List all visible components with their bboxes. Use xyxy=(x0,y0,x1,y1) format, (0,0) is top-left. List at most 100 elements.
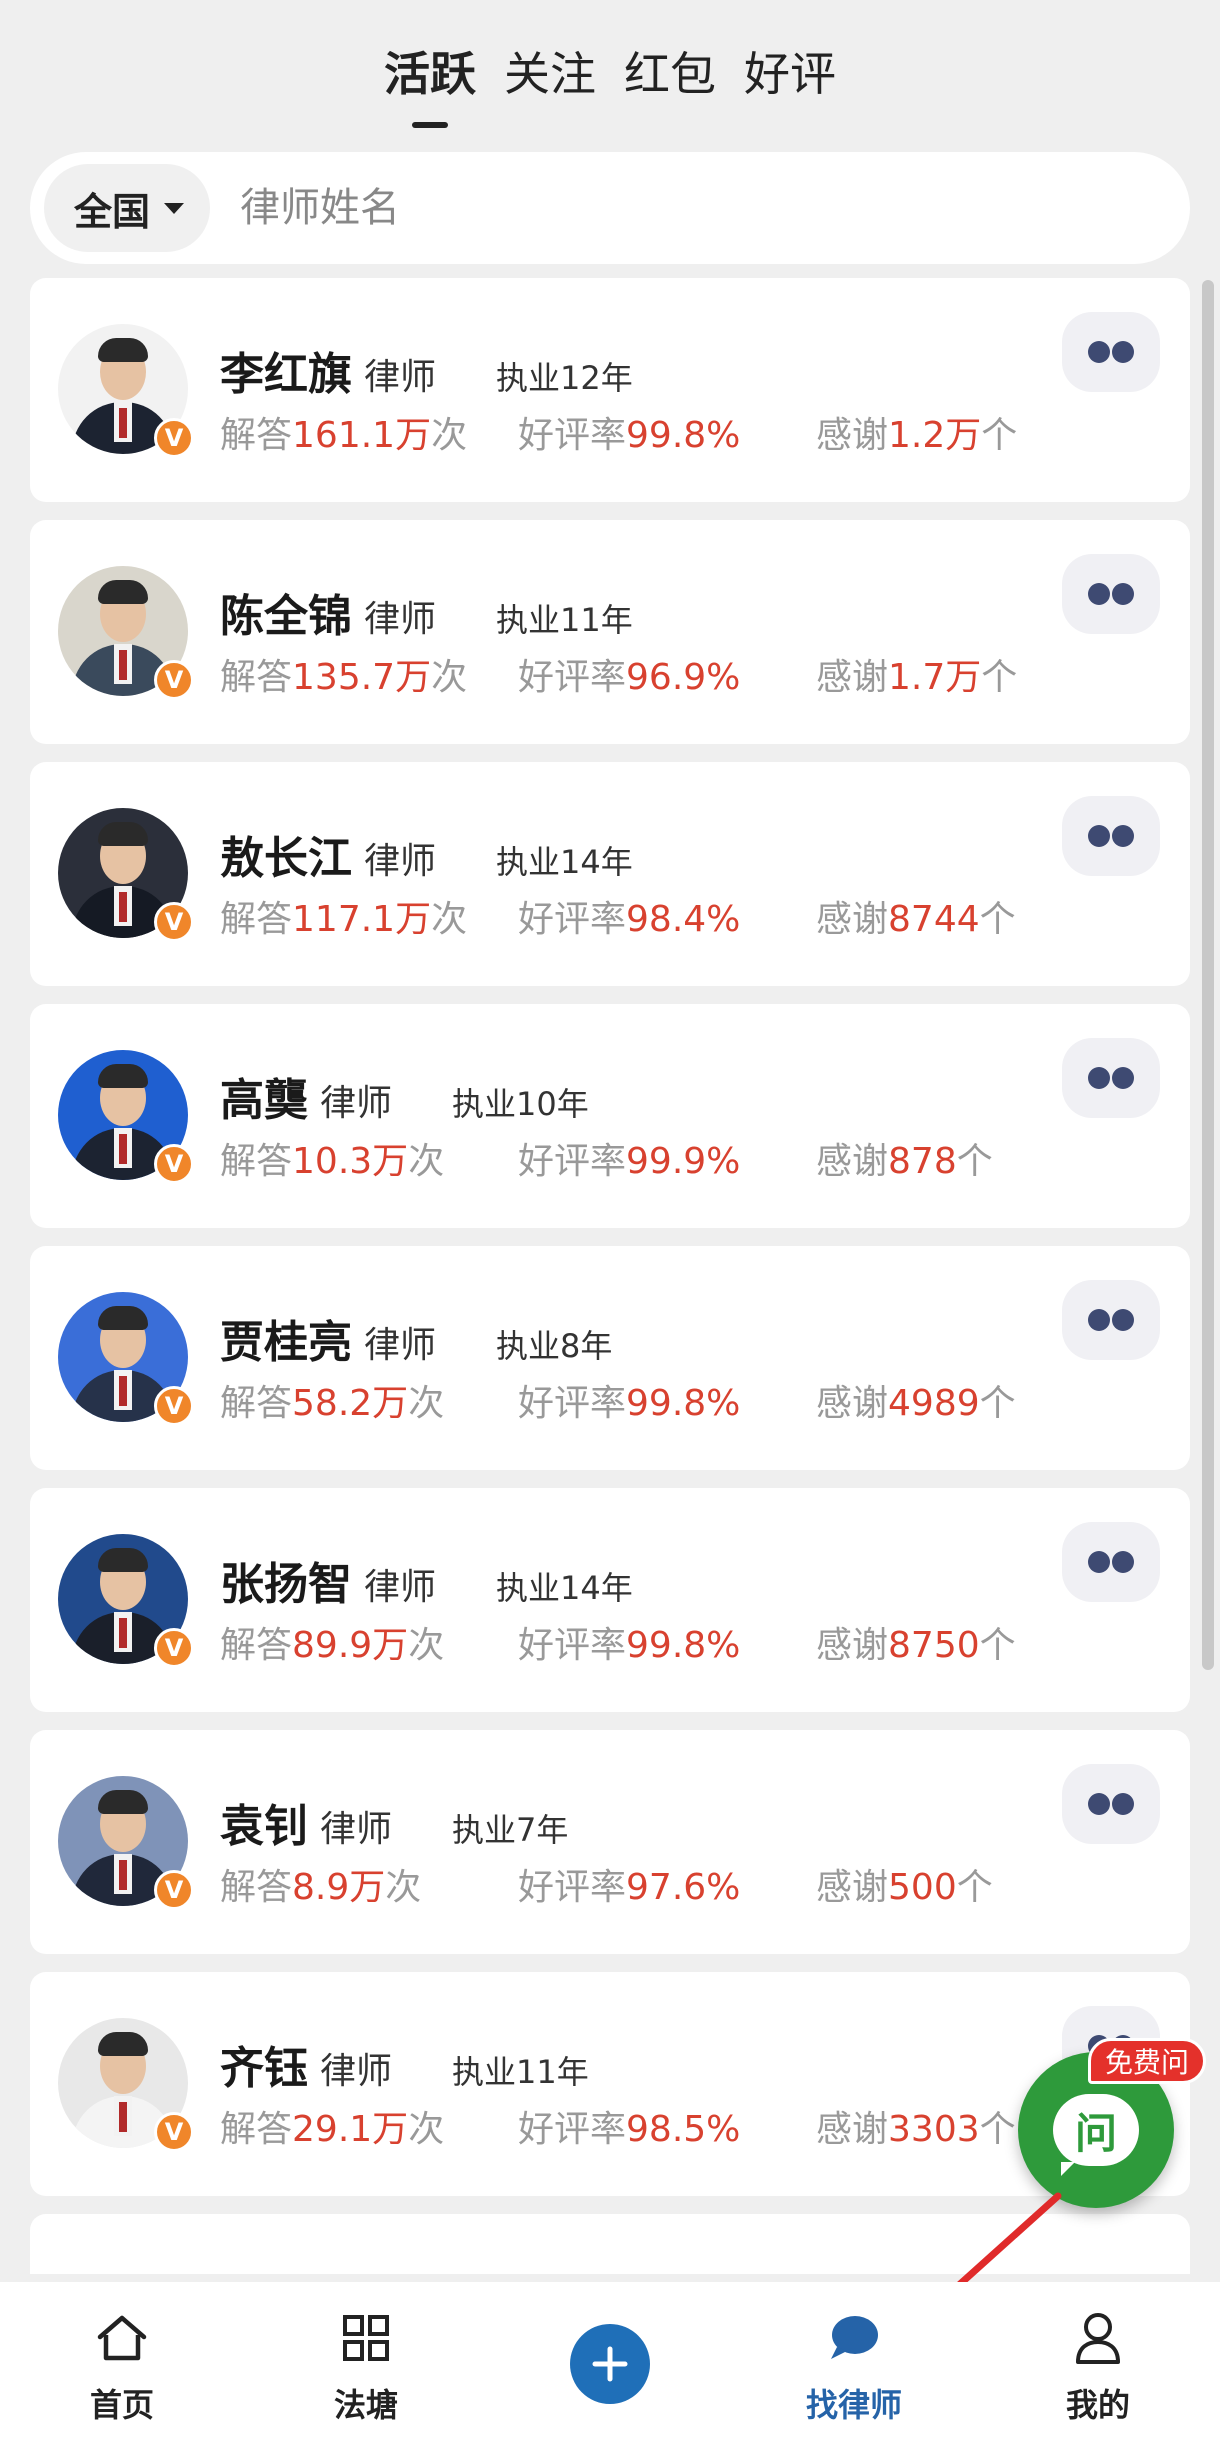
nav-mine[interactable]: 我的 xyxy=(976,2282,1220,2438)
lawyer-experience: 执业12年 xyxy=(496,359,633,397)
answers-stat: 解答161.1万次 xyxy=(220,415,468,456)
name-row: 张扬智 律师 执业14年 xyxy=(220,1548,633,1612)
answers-stat: 解答117.1万次 xyxy=(220,899,468,940)
lawyer-card[interactable]: V 陈全锦 律师 执业11年 解答135.7万次 好评率96.9% 感谢1.7万… xyxy=(30,520,1190,744)
tab-good-review[interactable]: 好评 xyxy=(744,38,836,104)
consult-button[interactable] xyxy=(1062,1280,1160,1360)
lawyer-list: V 李红旗 律师 执业12年 解答161.1万次 好评率99.8% 感谢1.2万… xyxy=(30,278,1190,2292)
thanks-stat: 感谢3303个 xyxy=(816,2109,1016,2150)
lawyer-experience: 执业14年 xyxy=(496,1569,633,1607)
lawyer-card[interactable]: V 齐钰 律师 执业11年 解答29.1万次 好评率98.5% 感谢3303个 xyxy=(30,1972,1190,2196)
region-label: 全国 xyxy=(74,189,151,234)
lawyer-avatar-wrap: V xyxy=(58,808,194,942)
nav-home[interactable]: 首页 xyxy=(0,2282,244,2438)
thanks-stat: 感谢878个 xyxy=(816,1141,993,1182)
free-ask-tag: 免费问 xyxy=(1088,2038,1207,2084)
lawyer-experience: 执业8年 xyxy=(496,1327,613,1365)
lawyer-avatar-wrap: V xyxy=(58,566,194,700)
thanks-count: 4989 xyxy=(888,1383,980,1424)
rating-stat: 好评率99.9% xyxy=(518,1141,741,1182)
answers-stat: 解答89.9万次 xyxy=(220,1625,445,1666)
answers-stat: 解答8.9万次 xyxy=(220,1867,422,1908)
tab-red-packet[interactable]: 红包 xyxy=(624,38,716,104)
tab-following[interactable]: 关注 xyxy=(504,38,596,104)
consult-button[interactable] xyxy=(1062,312,1160,392)
rating-value: 99.8% xyxy=(626,1383,741,1424)
verified-badge-icon: V xyxy=(154,1870,194,1910)
top-tab-bar: 活跃 关注 红包 好评 xyxy=(0,0,1220,140)
thanks-stat: 感谢500个 xyxy=(816,1867,993,1908)
lawyer-experience: 执业11年 xyxy=(496,601,633,639)
consult-button[interactable] xyxy=(1062,1764,1160,1844)
scrollbar[interactable] xyxy=(1202,280,1214,1670)
lawyer-avatar-wrap: V xyxy=(58,1292,194,1426)
tab-active[interactable]: 活跃 xyxy=(384,38,476,104)
thanks-count: 1.2万 xyxy=(888,415,982,456)
search-bar: 全国 xyxy=(30,152,1190,264)
thanks-count: 1.7万 xyxy=(888,657,982,698)
name-row: 齐钰 律师 执业11年 xyxy=(220,2032,589,2096)
lawyer-title: 律师 xyxy=(364,1567,437,1608)
answers-stat: 解答135.7万次 xyxy=(220,657,468,698)
lawyer-title: 律师 xyxy=(320,1083,393,1124)
verified-badge-icon: V xyxy=(154,1628,194,1668)
rating-stat: 好评率99.8% xyxy=(518,1625,741,1666)
dots-icon xyxy=(1088,1309,1134,1331)
rating-stat: 好评率96.9% xyxy=(518,657,741,698)
thanks-stat: 感谢1.2万个 xyxy=(816,415,1018,456)
lawyer-card[interactable]: V 敖长江 律师 执业14年 解答117.1万次 好评率98.4% 感谢8744… xyxy=(30,762,1190,986)
bottom-nav-bar: 首页 法塘 找律师 我的 xyxy=(0,2282,1220,2438)
nav-post[interactable] xyxy=(488,2282,732,2438)
grid-icon xyxy=(338,2310,394,2366)
nav-find-lawyer[interactable]: 找律师 xyxy=(732,2282,976,2438)
lawyer-card[interactable]: V 贾桂亮 律师 执业8年 解答58.2万次 好评率99.8% 感谢4989个 xyxy=(30,1246,1190,1470)
rating-stat: 好评率99.8% xyxy=(518,415,741,456)
verified-badge-icon: V xyxy=(154,1386,194,1426)
lawyer-card-partial[interactable] xyxy=(30,2214,1190,2274)
rating-value: 98.5% xyxy=(626,2109,741,2150)
rating-value: 99.8% xyxy=(626,415,741,456)
answers-count: 29.1万 xyxy=(292,2109,409,2150)
rating-stat: 好评率99.8% xyxy=(518,1383,741,1424)
lawyer-name: 张扬智 xyxy=(220,1559,352,1610)
verified-badge-icon: V xyxy=(154,902,194,942)
nav-forum-label: 法塘 xyxy=(333,2386,398,2424)
name-row: 李红旗 律师 执业12年 xyxy=(220,338,633,402)
lawyer-title: 律师 xyxy=(364,599,437,640)
lawyer-name-search-input[interactable] xyxy=(240,185,1041,231)
dots-icon xyxy=(1088,341,1134,363)
consult-button[interactable] xyxy=(1062,1522,1160,1602)
nav-mine-label: 我的 xyxy=(1065,2386,1130,2424)
lawyer-card[interactable]: V 袁钊 律师 执业7年 解答8.9万次 好评率97.6% 感谢500个 xyxy=(30,1730,1190,1954)
verified-badge-icon: V xyxy=(154,660,194,700)
nav-find-lawyer-label: 找律师 xyxy=(805,2386,902,2424)
rating-value: 97.6% xyxy=(626,1867,741,1908)
region-select[interactable]: 全国 xyxy=(44,164,211,252)
lawyer-name: 高龑 xyxy=(220,1075,308,1126)
lawyer-card[interactable]: V 张扬智 律师 执业14年 解答89.9万次 好评率99.8% 感谢8750个 xyxy=(30,1488,1190,1712)
thanks-stat: 感谢8744个 xyxy=(816,899,1016,940)
nav-forum[interactable]: 法塘 xyxy=(244,2282,488,2438)
consult-button[interactable] xyxy=(1062,1038,1160,1118)
thanks-count: 8750 xyxy=(888,1625,980,1666)
lawyer-card[interactable]: V 高龑 律师 执业10年 解答10.3万次 好评率99.9% 感谢878个 xyxy=(30,1004,1190,1228)
rating-value: 99.8% xyxy=(626,1625,741,1666)
thanks-stat: 感谢8750个 xyxy=(816,1625,1016,1666)
lawyer-name: 齐钰 xyxy=(220,2043,308,2094)
consult-button[interactable] xyxy=(1062,796,1160,876)
lawyer-card[interactable]: V 李红旗 律师 执业12年 解答161.1万次 好评率99.8% 感谢1.2万… xyxy=(30,278,1190,502)
verified-badge-icon: V xyxy=(154,418,194,458)
rating-stat: 好评率97.6% xyxy=(518,1867,741,1908)
name-row: 袁钊 律师 执业7年 xyxy=(220,1790,568,1854)
caret-down-icon xyxy=(164,202,185,214)
dots-icon xyxy=(1088,1551,1134,1573)
name-row: 陈全锦 律师 执业11年 xyxy=(220,580,633,644)
lawyer-title: 律师 xyxy=(364,841,437,882)
verified-badge-icon: V xyxy=(154,1144,194,1184)
nav-home-label: 首页 xyxy=(89,2386,154,2424)
consult-button[interactable] xyxy=(1062,554,1160,634)
rating-value: 98.4% xyxy=(626,899,741,940)
lawyer-experience: 执业14年 xyxy=(496,843,633,881)
verified-badge-icon: V xyxy=(154,2112,194,2152)
plus-icon xyxy=(570,2324,650,2404)
